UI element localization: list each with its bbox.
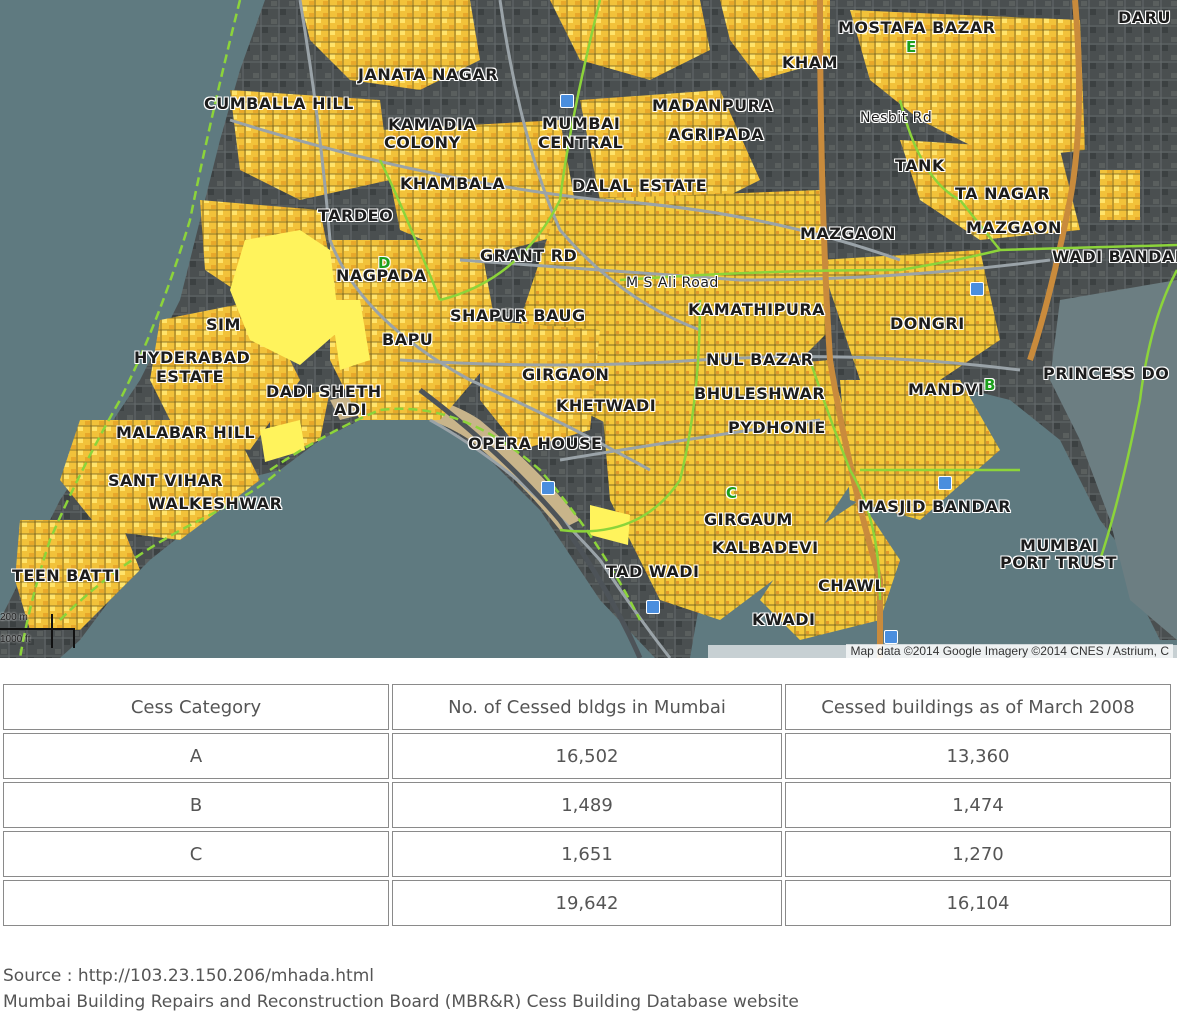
map-label: GIRGAUM — [704, 510, 793, 529]
station-marker-icon[interactable] — [646, 600, 660, 614]
table-cell: 16,502 — [392, 733, 782, 779]
map-label: KHAM — [782, 53, 839, 72]
map-label: COLONY — [384, 133, 461, 152]
map-label: MAZGAON — [800, 224, 896, 243]
table-cell: 1,489 — [392, 782, 782, 828]
map-label: OPERA HOUSE — [468, 434, 603, 453]
table-cell: 1,651 — [392, 831, 782, 877]
map-label: KALBADEVI — [712, 538, 819, 557]
map-label: DADI SHETH — [266, 382, 382, 401]
satellite-map[interactable]: DARU MOSTAFA BAZAR JANATA NAGAR CUMBALLA… — [0, 0, 1177, 658]
station-marker-icon[interactable] — [560, 94, 574, 108]
scale-label-imperial: 1000 ft — [0, 634, 31, 645]
map-label: CUMBALLA HILL — [204, 94, 354, 113]
map-attribution: Map data ©2014 Google Imagery ©2014 CNES… — [846, 644, 1173, 658]
map-label: KWADI — [752, 610, 816, 629]
table-row: C 1,651 1,270 — [3, 831, 1171, 877]
table-cell: 13,360 — [784, 733, 1171, 779]
column-header: No. of Cessed bldgs in Mumbai — [392, 684, 782, 730]
table-row: A 16,502 13,360 — [3, 733, 1171, 779]
map-label: KAMATHIPURA — [688, 300, 826, 319]
map-label: CENTRAL — [538, 133, 624, 152]
table-cell: 19,642 — [392, 880, 782, 926]
map-label: MADANPURA — [652, 96, 774, 115]
map-label: TAD WADI — [606, 562, 700, 581]
source-line: Source : http://103.23.150.206/mhada.htm… — [3, 966, 375, 986]
map-label: MASJID BANDAR — [858, 497, 1012, 516]
map-label: GRANT RD — [480, 246, 578, 265]
map-label: KHETWADI — [556, 396, 657, 415]
map-label: ADI — [334, 400, 368, 419]
map-label: TANK — [895, 156, 945, 175]
table-cell — [3, 880, 390, 926]
map-label: DALAL ESTATE — [572, 176, 708, 195]
map-label: PORT TRUST — [1000, 553, 1118, 572]
map-label: PYDHONIE — [728, 418, 826, 437]
station-marker-icon[interactable] — [884, 630, 898, 644]
ward-label-b: B — [984, 376, 996, 394]
map-label: MUMBAI — [542, 114, 621, 133]
map-label: TARDEO — [318, 206, 394, 225]
source-description: Mumbai Building Repairs and Reconstructi… — [3, 992, 799, 1012]
table-cell: 1,270 — [784, 831, 1171, 877]
map-label: M S Ali Road — [626, 275, 719, 291]
station-marker-icon[interactable] — [970, 282, 984, 296]
map-label: BAPU — [382, 330, 434, 349]
map-label: CHAWL — [818, 576, 886, 595]
map-label: WADI BANDAR — [1052, 247, 1177, 266]
map-label: KAMADIA — [388, 115, 477, 134]
map-label: SHAPUR BAUG — [450, 306, 586, 325]
map-label: BHULESHWAR — [694, 384, 826, 403]
table-cell: 16,104 — [784, 880, 1171, 926]
table-row-total: 19,642 16,104 — [3, 880, 1171, 926]
table-cell: C — [3, 831, 390, 877]
column-header: Cessed buildings as of March 2008 — [784, 684, 1171, 730]
map-label: JANATA NAGAR — [358, 65, 499, 84]
map-label: MANDVI — [908, 380, 985, 399]
column-header: Cess Category — [3, 684, 390, 730]
station-marker-icon[interactable] — [938, 476, 952, 490]
map-label: AGRIPADA — [668, 125, 765, 144]
table-header-row: Cess Category No. of Cessed bldgs in Mum… — [3, 684, 1171, 730]
map-label: TA NAGAR — [955, 184, 1051, 203]
map-label: TEEN BATTI — [12, 566, 121, 585]
map-label: SANT VIHAR — [108, 471, 224, 490]
table-cell: A — [3, 733, 390, 779]
map-label: NUL BAZAR — [706, 350, 814, 369]
map-label: GIRGAON — [522, 365, 610, 384]
map-label: DONGRI — [890, 314, 965, 333]
map-label: MALABAR HILL — [116, 423, 256, 442]
map-label: MAZGAON — [966, 218, 1062, 237]
cess-table: Cess Category No. of Cessed bldgs in Mum… — [0, 681, 1174, 929]
map-label: PRINCESS DO — [1043, 364, 1170, 383]
map-label: ESTATE — [156, 367, 225, 386]
ward-label-c: C — [726, 484, 738, 502]
map-label: WALKESHWAR — [148, 494, 283, 513]
map-label: Nesbit Rd — [860, 110, 933, 126]
table-row: B 1,489 1,474 — [3, 782, 1171, 828]
station-marker-icon[interactable] — [541, 481, 555, 495]
scale-label-metric: 200 m — [0, 612, 28, 623]
map-label: KHAMBALA — [400, 174, 506, 193]
table-cell: B — [3, 782, 390, 828]
map-label: DARU — [1118, 8, 1171, 27]
ward-label-e: E — [906, 38, 917, 56]
ward-label-d: D — [378, 254, 391, 272]
map-label: MOSTAFA BAZAR — [838, 18, 996, 37]
map-label: HYDERABAD — [134, 348, 251, 367]
map-label: MUMBAI — [1020, 536, 1099, 555]
map-label: SIM — [206, 315, 241, 334]
table-cell: 1,474 — [784, 782, 1171, 828]
